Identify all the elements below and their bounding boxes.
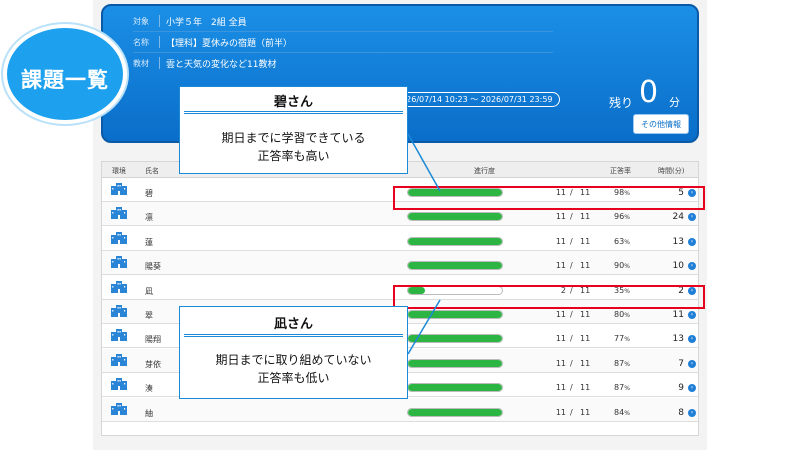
callout-nagi-line1: 期日までに取り組めていない	[215, 353, 372, 367]
callout-aoi-line1: 期日までに学習できている	[221, 131, 366, 145]
callout-aoi-line2: 正答率も高い	[257, 149, 330, 163]
callout-aoi: 碧さん 期日までに学習できている 正答率も高い	[179, 86, 408, 174]
slide: 対象 小学５年 2組 全員 名称 【理科】夏休みの宿題（前半） 教材 雲と天気の…	[0, 0, 800, 450]
callout-aoi-title: 碧さん	[273, 95, 313, 110]
callout-nagi-line2: 正答率も低い	[257, 371, 330, 385]
callout-nagi: 凪さん 期日までに取り組めていない 正答率も低い	[179, 306, 408, 399]
badge-label: 課題一覧	[21, 68, 109, 92]
title-badge: 課題一覧	[3, 24, 127, 124]
callout-nagi-title: 凪さん	[273, 317, 313, 332]
